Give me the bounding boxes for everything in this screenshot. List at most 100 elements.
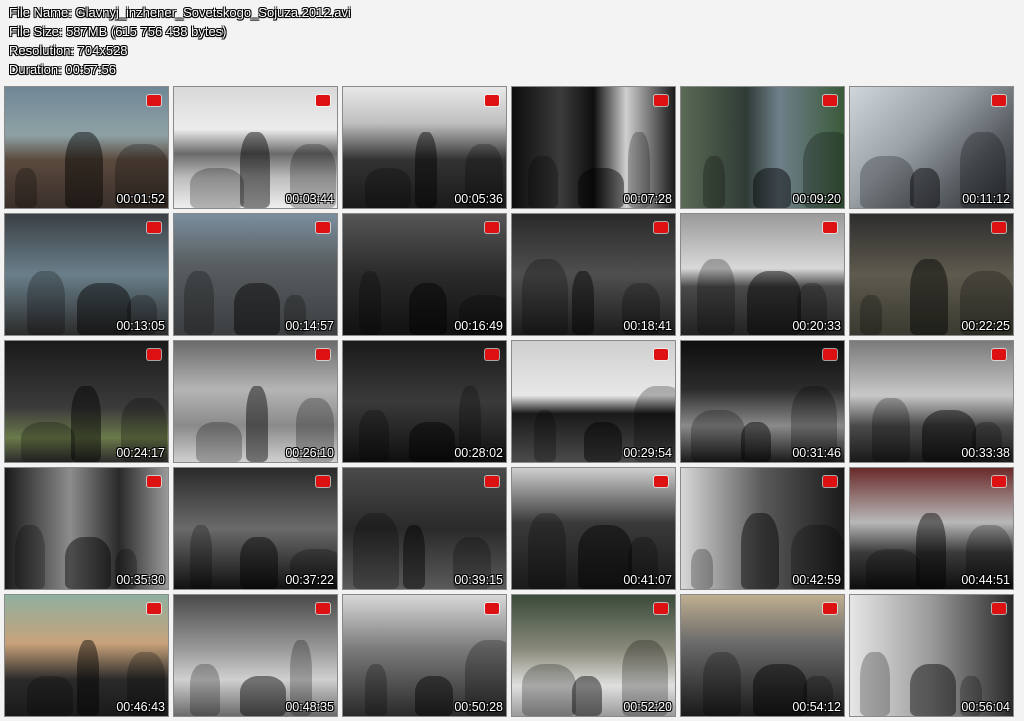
scene-figure-shape [409,283,447,335]
thumbnail-grid: 00:01:52 00:03:44 00:05:36 00:07:28 00:09:20… [4,86,1016,717]
thumbnail-frame-image [343,87,506,208]
video-thumbnail[interactable]: 00:14:57 [173,213,338,336]
channel-logo-icon [823,222,837,233]
thumbnail-frame-image [512,341,675,462]
video-thumbnail[interactable]: 00:54:12 [680,594,845,717]
thumbnail-timestamp: 00:24:17 [116,446,165,460]
scene-figure-shape [578,168,624,208]
scene-figure-shape [691,410,745,462]
scene-figure-shape [240,537,278,589]
video-thumbnail[interactable]: 00:01:52 [4,86,169,209]
thumbnail-timestamp: 00:50:28 [454,700,503,714]
thumbnail-frame-image [174,468,337,589]
scene-figure-shape [246,386,268,462]
video-thumbnail[interactable]: 00:09:20 [680,86,845,209]
channel-logo-icon [823,95,837,106]
video-thumbnail[interactable]: 00:31:46 [680,340,845,463]
scene-figure-shape [703,652,741,716]
channel-logo-icon [485,349,499,360]
thumbnail-timestamp: 00:42:59 [792,573,841,587]
thumbnail-frame-image [512,595,675,716]
video-thumbnail[interactable]: 00:26:10 [173,340,338,463]
thumbnail-frame-image [850,468,1013,589]
video-thumbnail[interactable]: 00:22:25 [849,213,1014,336]
scene-figure-shape [15,525,45,589]
video-thumbnail[interactable]: 00:41:07 [511,467,676,590]
thumbnail-timestamp: 00:54:12 [792,700,841,714]
scene-figure-shape [697,259,735,335]
thumbnail-frame-image [681,595,844,716]
video-thumbnail[interactable]: 00:29:54 [511,340,676,463]
resolution-text: Resolution: 704x528 [9,43,128,58]
scene-figure-shape [534,410,556,462]
channel-logo-icon [485,476,499,487]
thumbnail-timestamp: 00:29:54 [623,446,672,460]
channel-logo-icon [823,603,837,614]
scene-figure-shape [916,513,946,589]
thumbnail-timestamp: 00:52:20 [623,700,672,714]
scene-figure-shape [872,398,910,462]
video-thumbnail[interactable]: 00:24:17 [4,340,169,463]
video-thumbnail[interactable]: 00:52:20 [511,594,676,717]
scene-figure-shape [234,283,280,335]
video-thumbnail[interactable]: 00:48:35 [173,594,338,717]
scene-figure-shape [528,156,558,208]
thumbnail-timestamp: 00:03:44 [285,192,334,206]
channel-logo-icon [316,349,330,360]
thumbnail-frame-image [5,341,168,462]
thumbnail-timestamp: 00:48:35 [285,700,334,714]
scene-figure-shape [741,513,779,589]
thumbnail-timestamp: 00:41:07 [623,573,672,587]
scene-figure-shape [528,513,566,589]
thumbnail-frame-image [5,214,168,335]
scene-figure-shape [584,422,622,462]
video-thumbnail[interactable]: 00:44:51 [849,467,1014,590]
video-thumbnail[interactable]: 00:37:22 [173,467,338,590]
video-thumbnail[interactable]: 00:20:33 [680,213,845,336]
video-thumbnail[interactable]: 00:50:28 [342,594,507,717]
video-thumbnail[interactable]: 00:46:43 [4,594,169,717]
scene-figure-shape [860,652,890,716]
thumbnail-timestamp: 00:20:33 [792,319,841,333]
scene-figure-shape [415,132,437,208]
video-thumbnail[interactable]: 00:11:12 [849,86,1014,209]
channel-logo-icon [992,603,1006,614]
thumbnail-timestamp: 00:56:04 [961,700,1010,714]
scene-figure-shape [71,386,101,462]
video-thumbnail[interactable]: 00:16:49 [342,213,507,336]
thumbnail-frame-image [343,341,506,462]
video-thumbnail[interactable]: 00:42:59 [680,467,845,590]
channel-logo-icon [147,476,161,487]
video-thumbnail[interactable]: 00:13:05 [4,213,169,336]
thumbnail-timestamp: 00:13:05 [116,319,165,333]
video-thumbnail[interactable]: 00:18:41 [511,213,676,336]
scene-figure-shape [910,168,940,208]
thumbnail-timestamp: 00:44:51 [961,573,1010,587]
scene-figure-shape [910,664,956,716]
scene-figure-shape [866,549,920,589]
video-thumbnail[interactable]: 00:56:04 [849,594,1014,717]
scene-figure-shape [65,537,111,589]
thumbnail-frame-image [343,468,506,589]
video-thumbnail[interactable]: 00:03:44 [173,86,338,209]
file-name-text: File Name: Glavnyj_inzhener_Sovetskogo_S… [9,5,351,20]
thumbnail-frame-image [343,214,506,335]
scene-figure-shape [190,525,212,589]
video-thumbnail[interactable]: 00:07:28 [511,86,676,209]
scene-figure-shape [21,422,75,462]
channel-logo-icon [654,95,668,106]
scene-figure-shape [860,295,882,335]
thumbnail-timestamp: 00:07:28 [623,192,672,206]
video-thumbnail[interactable]: 00:05:36 [342,86,507,209]
scene-figure-shape [753,168,791,208]
thumbnail-timestamp: 00:35:30 [116,573,165,587]
video-thumbnail[interactable]: 00:33:38 [849,340,1014,463]
scene-figure-shape [77,640,99,716]
scene-figure-shape [196,422,242,462]
video-thumbnail[interactable]: 00:35:30 [4,467,169,590]
video-thumbnail[interactable]: 00:28:02 [342,340,507,463]
video-thumbnail[interactable]: 00:39:15 [342,467,507,590]
scene-figure-shape [15,168,37,208]
thumbnail-frame-image [174,87,337,208]
channel-logo-icon [147,603,161,614]
